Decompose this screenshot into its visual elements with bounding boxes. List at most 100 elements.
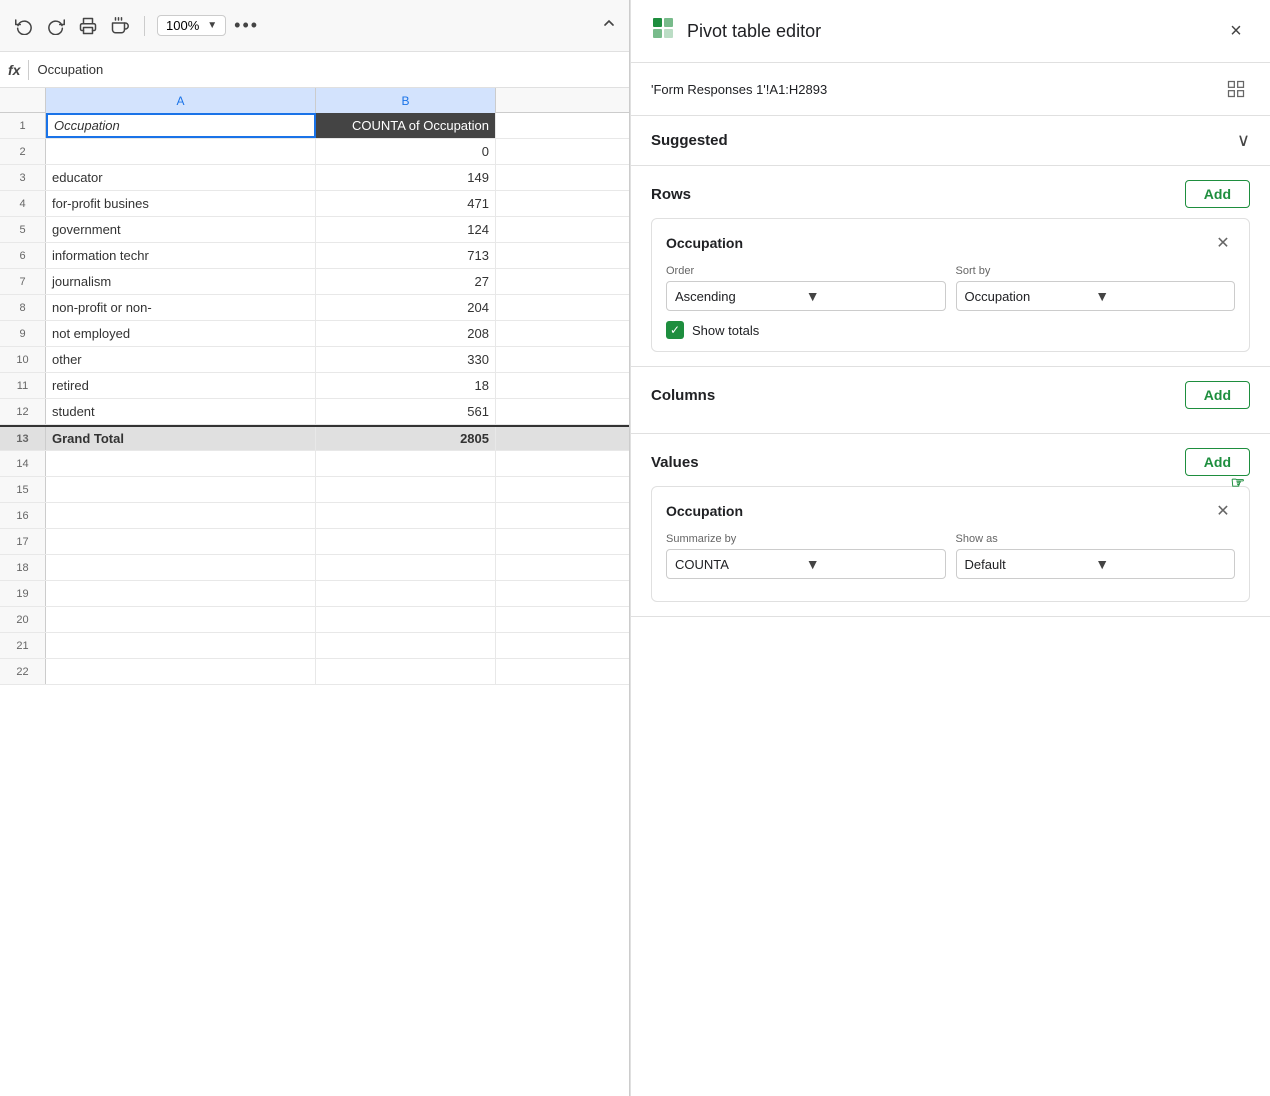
table-row[interactable]: 18 [0, 555, 629, 581]
sort-by-dropdown[interactable]: Occupation ▼ [956, 281, 1236, 311]
cell-col-a[interactable]: retired [46, 373, 316, 398]
cell-col-a[interactable] [46, 503, 316, 528]
rows-card-close-button[interactable]: ✕ [1211, 231, 1235, 255]
cell-col-a[interactable] [46, 139, 316, 164]
rows-add-button[interactable]: Add [1185, 180, 1250, 208]
cell-col-b[interactable] [316, 555, 496, 580]
show-totals-checkbox[interactable]: ✓ [666, 321, 684, 339]
rows-card-fields: Order Ascending ▼ Sort by Occupation ▼ [666, 265, 1235, 311]
cell-col-b[interactable]: 471 [316, 191, 496, 216]
table-row[interactable]: 19 [0, 581, 629, 607]
table-row[interactable]: 13Grand Total2805 [0, 425, 629, 451]
cell-col-a[interactable]: information techr [46, 243, 316, 268]
columns-section-header: Columns Add [651, 381, 1250, 409]
print-button[interactable] [76, 14, 100, 38]
cell-col-a[interactable]: non-profit or non- [46, 295, 316, 320]
cell-col-a[interactable] [46, 659, 316, 684]
table-row[interactable]: 5government124 [0, 217, 629, 243]
table-row[interactable]: 7journalism27 [0, 269, 629, 295]
cell-col-a[interactable]: Grand Total [46, 427, 316, 450]
cell-col-b[interactable] [316, 451, 496, 476]
more-options-button[interactable]: ••• [234, 15, 259, 36]
table-row[interactable]: 9not employed208 [0, 321, 629, 347]
cell-col-b[interactable]: 330 [316, 347, 496, 372]
cell-col-b[interactable]: 713 [316, 243, 496, 268]
redo-button[interactable] [44, 14, 68, 38]
suggested-section[interactable]: Suggested ∨ [631, 116, 1270, 166]
table-row[interactable]: 20 [0, 607, 629, 633]
table-row[interactable]: 10other330 [0, 347, 629, 373]
table-row[interactable]: 15 [0, 477, 629, 503]
cell-col-a[interactable] [46, 451, 316, 476]
row-number: 2 [0, 139, 46, 164]
cell-col-b[interactable] [316, 607, 496, 632]
select-range-button[interactable] [1222, 75, 1250, 103]
values-card-close-button[interactable]: ✕ [1211, 499, 1235, 523]
cell-col-a[interactable]: for-profit busines [46, 191, 316, 216]
cell-col-a[interactable]: educator [46, 165, 316, 190]
show-totals-label: Show totals [692, 323, 759, 338]
paint-format-button[interactable] [108, 14, 132, 38]
table-row[interactable]: 4for-profit busines471 [0, 191, 629, 217]
cell-col-b[interactable]: 0 [316, 139, 496, 164]
cell-col-a[interactable]: other [46, 347, 316, 372]
col-header-a[interactable]: A [46, 88, 316, 113]
cell-col-b[interactable]: 149 [316, 165, 496, 190]
cell-col-a[interactable]: student [46, 399, 316, 424]
values-add-button[interactable]: Add ☞ [1185, 448, 1250, 476]
cell-col-b[interactable]: 2805 [316, 427, 496, 450]
col-header-b[interactable]: B [316, 88, 496, 113]
toolbar: 100% ▼ ••• [0, 0, 629, 52]
row-number: 7 [0, 269, 46, 294]
cell-col-a[interactable]: Occupation [46, 113, 316, 138]
show-as-dropdown[interactable]: Default ▼ [956, 549, 1236, 579]
toolbar-divider [144, 16, 145, 36]
table-row[interactable]: 3educator149 [0, 165, 629, 191]
order-dropdown[interactable]: Ascending ▼ [666, 281, 946, 311]
suggested-label: Suggested [651, 132, 1237, 149]
cell-col-a[interactable] [46, 529, 316, 554]
cell-col-b[interactable] [316, 503, 496, 528]
table-row[interactable]: 20 [0, 139, 629, 165]
columns-label: Columns [651, 387, 1185, 404]
table-row[interactable]: 21 [0, 633, 629, 659]
zoom-selector[interactable]: 100% ▼ [157, 15, 226, 36]
cell-col-a[interactable] [46, 477, 316, 502]
cell-col-b[interactable] [316, 633, 496, 658]
cell-col-b[interactable] [316, 477, 496, 502]
cell-col-b[interactable] [316, 659, 496, 684]
table-row[interactable]: 17 [0, 529, 629, 555]
cell-col-b[interactable]: COUNTA of Occupation [316, 113, 496, 138]
cell-col-b[interactable]: 27 [316, 269, 496, 294]
undo-button[interactable] [12, 14, 36, 38]
table-row[interactable]: 14 [0, 451, 629, 477]
collapse-button[interactable] [601, 15, 617, 36]
summarize-by-dropdown[interactable]: COUNTA ▼ [666, 549, 946, 579]
cell-col-b[interactable] [316, 581, 496, 606]
cell-col-b[interactable]: 561 [316, 399, 496, 424]
cell-col-a[interactable]: journalism [46, 269, 316, 294]
table-row[interactable]: 16 [0, 503, 629, 529]
table-row[interactable]: 11retired18 [0, 373, 629, 399]
cell-col-a[interactable] [46, 581, 316, 606]
cell-col-a[interactable] [46, 555, 316, 580]
cell-col-a[interactable] [46, 633, 316, 658]
table-row[interactable]: 8non-profit or non-204 [0, 295, 629, 321]
cell-col-b[interactable] [316, 529, 496, 554]
show-as-dropdown-arrow-icon: ▼ [1095, 556, 1226, 572]
pivot-editor: Pivot table editor × 'Form Responses 1'!… [630, 0, 1270, 1096]
cell-col-a[interactable] [46, 607, 316, 632]
cell-col-a[interactable]: not employed [46, 321, 316, 346]
table-row[interactable]: 22 [0, 659, 629, 685]
pivot-editor-close-button[interactable]: × [1222, 17, 1250, 45]
cell-col-b[interactable]: 204 [316, 295, 496, 320]
cell-col-b[interactable]: 18 [316, 373, 496, 398]
columns-add-button[interactable]: Add [1185, 381, 1250, 409]
cell-col-b[interactable]: 124 [316, 217, 496, 242]
table-row[interactable]: 6information techr713 [0, 243, 629, 269]
row-number: 6 [0, 243, 46, 268]
table-row[interactable]: 1OccupationCOUNTA of Occupation [0, 113, 629, 139]
cell-col-b[interactable]: 208 [316, 321, 496, 346]
cell-col-a[interactable]: government [46, 217, 316, 242]
table-row[interactable]: 12student561 [0, 399, 629, 425]
